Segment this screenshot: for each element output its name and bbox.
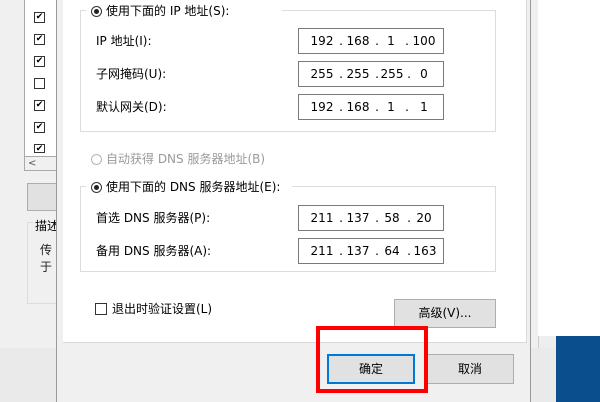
preferred-dns-field[interactable]: 211 . 137 . 58 . 20 [298, 205, 444, 231]
validate-on-exit-label: 退出时验证设置(L) [112, 302, 213, 316]
obtain-dns-auto-label: 自动获得 DNS 服务器地址(B) [106, 152, 266, 166]
background-desktop [538, 0, 600, 336]
default-gateway-field[interactable]: 192 . 168 . 1 . 1 [298, 94, 444, 120]
use-following-ip-radio[interactable] [91, 6, 102, 17]
obtain-dns-auto-radio[interactable] [91, 154, 102, 165]
subnet-mask-label: 子网掩码(U): [96, 67, 167, 81]
alternate-dns-label: 备用 DNS 服务器(A): [96, 244, 212, 258]
component-checkbox[interactable]: ✔ [34, 144, 45, 154]
validate-on-exit-checkbox[interactable] [95, 303, 107, 315]
component-checkbox[interactable]: ✔ [34, 56, 45, 67]
subnet-mask-field[interactable]: 255 . 255 . 255 . 0 [298, 61, 444, 87]
component-checkbox[interactable] [34, 78, 45, 89]
component-checkbox[interactable]: ✔ [34, 12, 45, 23]
component-checkbox[interactable]: ✔ [34, 122, 45, 133]
description-text: 于 [40, 260, 53, 274]
cancel-button[interactable]: 取消 [426, 354, 514, 384]
preferred-dns-label: 首选 DNS 服务器(P): [96, 211, 211, 225]
use-following-ip-label: 使用下面的 IP 地址(S): [106, 4, 230, 18]
ip-address-field[interactable]: 192 . 168 . 1 . 100 [298, 28, 444, 54]
ok-button-highlight-box [316, 326, 428, 393]
component-checkbox[interactable]: ✔ [34, 100, 45, 111]
use-following-dns-radio[interactable] [91, 182, 102, 193]
taskbar-edge [556, 336, 600, 402]
ip-address-label: IP 地址(I): [96, 34, 152, 48]
description-text: 传 [40, 243, 53, 257]
default-gateway-label: 默认网关(D): [96, 100, 167, 114]
chevron-left-icon[interactable]: < [28, 157, 36, 170]
component-checkbox[interactable]: ✔ [34, 34, 45, 45]
alternate-dns-field[interactable]: 211 . 137 . 64 . 163 [298, 238, 444, 264]
advanced-button[interactable]: 高级(V)... [394, 299, 496, 328]
use-following-dns-label: 使用下面的 DNS 服务器地址(E): [106, 180, 281, 194]
